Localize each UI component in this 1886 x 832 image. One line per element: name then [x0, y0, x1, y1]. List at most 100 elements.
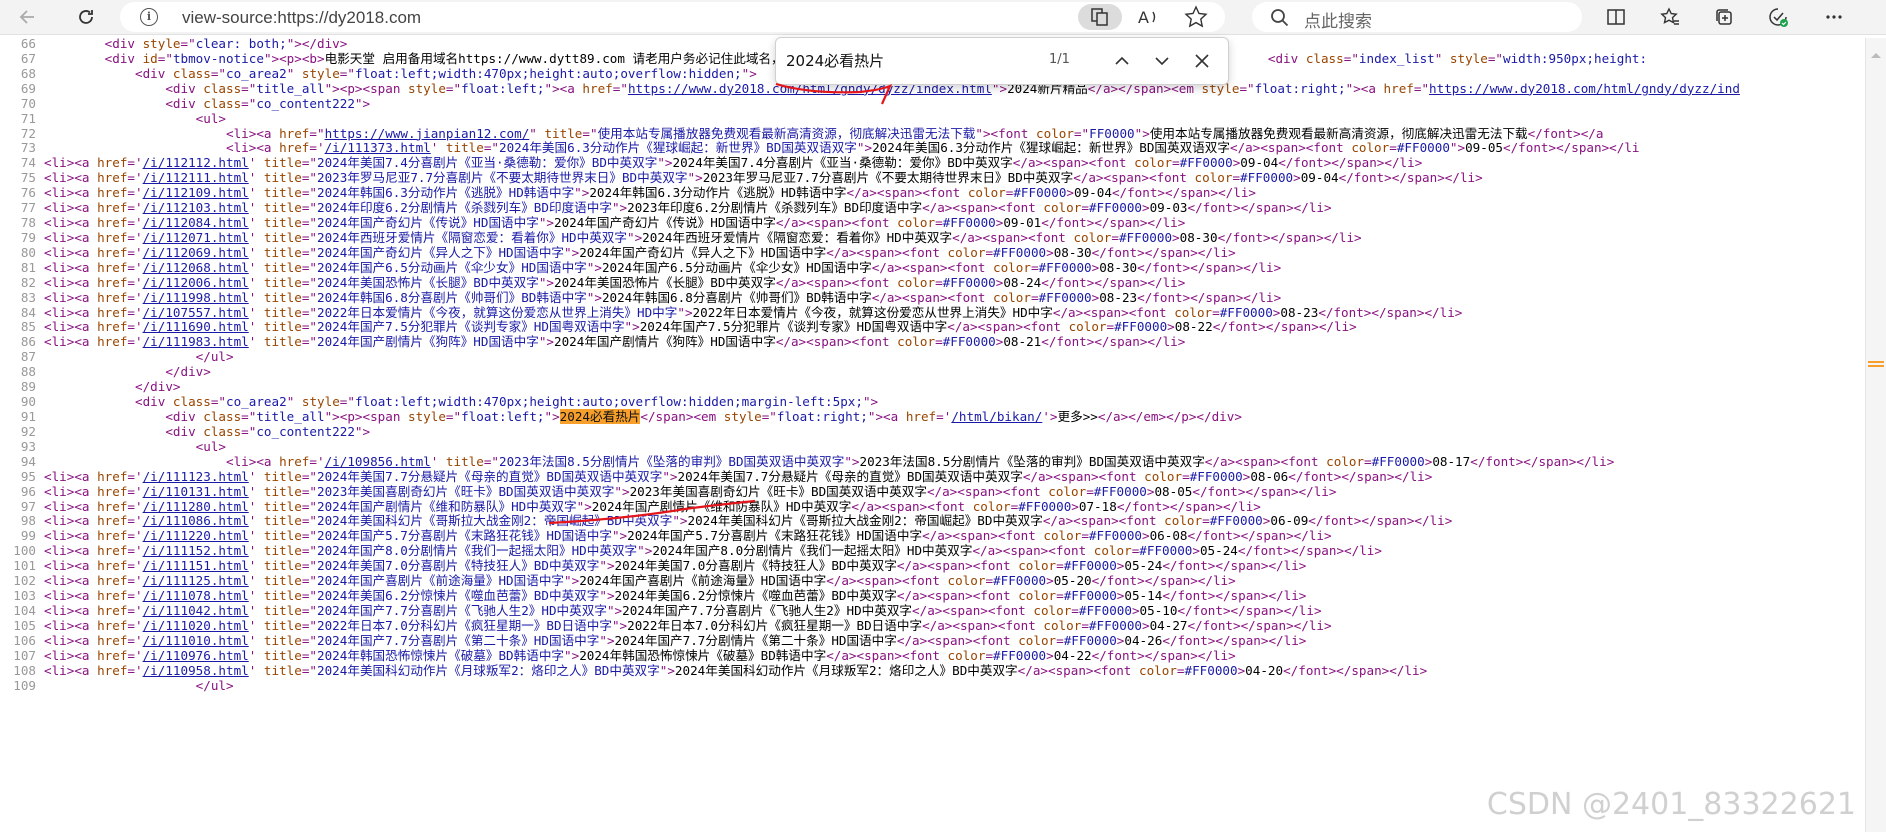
code-token: = — [985, 647, 994, 663]
code-token: =' — [127, 274, 143, 290]
info-icon[interactable]: i — [140, 8, 158, 26]
code-token: #FF0000 — [1078, 602, 1132, 618]
code-token: "> — [576, 498, 592, 514]
code-token: href — [97, 498, 128, 514]
back-icon[interactable] — [14, 3, 42, 31]
source-link[interactable]: /i/111010.html — [143, 633, 249, 648]
source-link[interactable]: /i/112109.html — [143, 185, 249, 200]
source-link[interactable]: /i/110976.html — [143, 648, 249, 663]
code-token: > — [1046, 647, 1054, 663]
code-token: title — [263, 334, 302, 350]
code-token: 2024年国产5.7分喜剧片《末路狂花钱》HD国语中字 — [317, 528, 612, 544]
code-token: = — [1056, 558, 1064, 574]
source-link[interactable]: https://www.jianpian12.com/ — [325, 126, 530, 141]
favorite-star-icon[interactable] — [1182, 4, 1210, 30]
source-link[interactable]: /i/111690.html — [143, 319, 249, 334]
source-link[interactable]: /i/112069.html — [143, 245, 249, 260]
code-token: </font></span></li> — [1278, 155, 1423, 171]
code-token: "> — [611, 617, 628, 633]
code-token: <li><a — [44, 632, 98, 648]
code-token: 2024年美国7.7分悬疑片《母亲的直觉》BD国英双语中英双字 — [317, 468, 663, 484]
source-link[interactable]: /i/111151.html — [143, 558, 249, 573]
code-token: = — [1086, 483, 1094, 499]
source-link[interactable]: /i/107557.html — [143, 305, 249, 320]
source-link[interactable]: /i/111078.html — [143, 588, 249, 603]
code-token: =' — [127, 498, 143, 514]
find-input[interactable]: 2024必看热片 — [786, 50, 884, 71]
find-previous-chevron-up-icon[interactable] — [1110, 49, 1134, 73]
source-link[interactable]: /i/111280.html — [143, 499, 249, 514]
source-link[interactable]: /i/111042.html — [143, 603, 249, 618]
search-box[interactable]: 点此搜索 — [1252, 2, 1582, 32]
source-link[interactable]: /i/112071.html — [143, 230, 249, 245]
source-link[interactable]: /i/112112.html — [143, 155, 249, 170]
code-token: = — [1389, 140, 1397, 156]
source-link[interactable]: /i/112068.html — [143, 260, 249, 275]
source-link[interactable]: /i/110131.html — [143, 484, 249, 499]
code-token: =" — [301, 274, 318, 290]
source-link[interactable]: /i/111125.html — [143, 573, 249, 588]
code-token: <li><a — [44, 528, 98, 544]
code-token: </a><span><font — [1052, 304, 1175, 320]
code-token: class — [203, 409, 242, 424]
code-token: =" — [301, 289, 318, 305]
code-token: > — [1141, 528, 1150, 544]
more-icon[interactable] — [1820, 3, 1848, 31]
code-token: 05-24 — [1124, 558, 1163, 574]
code-token: =' — [127, 543, 143, 559]
code-token: title — [263, 558, 302, 574]
source-link[interactable]: /i/111086.html — [143, 513, 249, 528]
find-close-icon[interactable] — [1190, 49, 1214, 73]
source-link[interactable]: /i/111373.html — [325, 140, 431, 155]
code-token: 08-21 — [1003, 334, 1042, 350]
collections-icon[interactable] — [1710, 3, 1738, 31]
translate-icon[interactable] — [1078, 4, 1122, 30]
address-bar[interactable]: i view-source:https://dy2018.com A — [120, 2, 1225, 32]
source-link[interactable]: /i/110958.html — [143, 663, 249, 678]
read-aloud-icon[interactable]: A — [1135, 4, 1163, 30]
code-token: #FF0000 — [1088, 200, 1142, 216]
code-token: #FF0000 — [942, 215, 996, 231]
favorites-icon[interactable] — [1656, 3, 1684, 31]
scroll-up-arrow-icon[interactable] — [1870, 44, 1881, 58]
source-link[interactable]: /i/111983.html — [143, 334, 249, 349]
source-link[interactable]: /i/111152.html — [143, 543, 249, 558]
find-next-chevron-down-icon[interactable] — [1150, 49, 1174, 73]
source-link[interactable]: /i/111998.html — [143, 290, 249, 305]
split-screen-icon[interactable] — [1602, 3, 1630, 31]
code-token: 2024年国产剧情片《狗阵》HD国语中字 — [317, 334, 539, 350]
code-token: ' — [248, 468, 264, 484]
source-link[interactable]: /html/bikan/ — [951, 409, 1042, 424]
code-token: 07-18 — [1078, 498, 1117, 514]
code-token: =' — [127, 647, 143, 663]
code-token: =' — [127, 573, 143, 589]
code-token: 2022年日本爱情片《今夜，就算这份爱恋从世界上消失》HD中字 — [692, 304, 1053, 320]
source-link[interactable]: /i/111220.html — [143, 528, 249, 543]
code-token: <div — [165, 80, 204, 96]
source-link[interactable]: /i/109856.html — [325, 454, 431, 469]
code-token: 08-30 — [1179, 229, 1218, 245]
source-link[interactable]: /i/112103.html — [143, 200, 249, 215]
code-token: #FF0000 — [1184, 662, 1238, 678]
code-token: 04-26 — [1124, 632, 1163, 648]
code-token: 2024年韩国恐怖惊悚片《破墓》BD韩语中字 — [317, 647, 565, 663]
code-token: =' — [127, 558, 143, 574]
source-link[interactable]: /i/111020.html — [143, 618, 249, 633]
refresh-icon[interactable] — [72, 3, 100, 31]
vertical-scrollbar[interactable] — [1865, 38, 1886, 832]
code-token: title — [263, 483, 302, 499]
source-link[interactable]: /i/112006.html — [143, 275, 249, 290]
code-token: <li><a — [44, 274, 98, 290]
code-token: </div> — [165, 364, 211, 380]
source-link[interactable]: /i/112084.html — [143, 215, 249, 230]
code-token: "> — [611, 528, 628, 544]
code-token: </a><span><font — [947, 319, 1069, 335]
address-url[interactable]: view-source:https://dy2018.com — [182, 8, 421, 28]
source-link[interactable]: https://www.dy2018.com/html/gndy/dyzz/in… — [1429, 81, 1740, 96]
browser-essentials-icon[interactable] — [1764, 3, 1792, 31]
source-link[interactable]: /i/111123.html — [143, 469, 249, 484]
source-link[interactable]: /i/112111.html — [143, 170, 249, 185]
code-token: =' — [127, 468, 143, 484]
code-token: 08-23 — [1099, 289, 1138, 305]
